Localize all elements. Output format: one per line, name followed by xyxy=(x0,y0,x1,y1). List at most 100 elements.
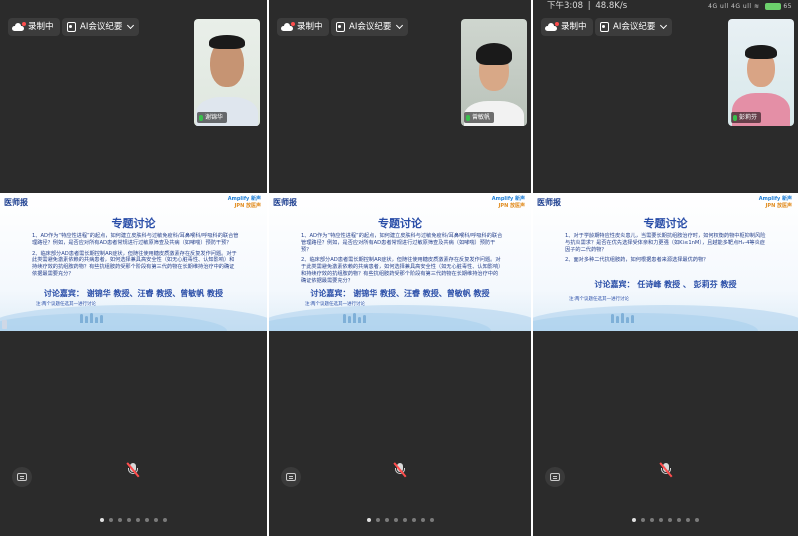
page-dot[interactable] xyxy=(668,518,672,522)
page-dot[interactable] xyxy=(154,518,158,522)
chat-button[interactable] xyxy=(12,467,32,487)
slide-point: 2、面对多种二代抗组胺药，如何根据患者来源选择最优药物？ xyxy=(565,257,709,264)
recording-label: 录制中 xyxy=(561,22,587,32)
slide-note: 注:两个议题任选其一进行讨论 xyxy=(569,297,630,302)
mute-button[interactable] xyxy=(659,462,673,478)
brand-line-1: Amplify 新声 xyxy=(758,196,792,202)
battery-icon xyxy=(764,3,781,10)
slide-point: 2、临床部分AD患者需长期控制AR症状，但随往使用糖皮质激素存在反复发作问题。对… xyxy=(32,250,237,277)
recording-label: 录制中 xyxy=(297,22,323,32)
page-indicator xyxy=(533,518,798,522)
page-dot[interactable] xyxy=(145,518,149,522)
brand-line-1: Amplify 新声 xyxy=(491,196,525,202)
slide-wave-decoration xyxy=(0,305,267,331)
mute-button[interactable] xyxy=(126,462,140,478)
slide-brand: Amplify 新声 JPN 放医声 xyxy=(492,196,525,210)
page-dot[interactable] xyxy=(118,518,122,522)
status-signal: 4G ull 4G ull ≋ 65 xyxy=(708,0,792,13)
slide-logo: 医师报 xyxy=(537,197,561,207)
chevron-down-icon xyxy=(660,21,668,30)
chat-button[interactable] xyxy=(281,467,301,487)
recording-button[interactable]: 录制中 xyxy=(277,18,329,36)
brand-line-2: JPN 放医声 xyxy=(234,203,261,209)
page-dot[interactable] xyxy=(632,518,636,522)
chat-icon xyxy=(550,473,560,481)
ai-minutes-label: AI会议纪要 xyxy=(349,22,392,32)
mute-button[interactable] xyxy=(393,462,407,478)
chat-icon xyxy=(286,473,296,481)
people-illustration xyxy=(343,313,366,323)
meeting-panel-3: 下午3:08 | 48.8K/s 4G ull 4G ull ≋ 65 录制中 … xyxy=(533,0,798,536)
ai-minutes-label: AI会议纪要 xyxy=(80,22,123,32)
page-indicator xyxy=(269,518,531,522)
slide-guests: 讨论嘉宾： 谢锦华 教授、汪睿 教授、曾敏帆 教授 xyxy=(43,289,224,298)
slide-body: 1、对于学龄期特应性皮炎患儿，当需要长期抗组胺治疗时，如何权衡药物中枢抑制风险与… xyxy=(565,233,770,268)
page-dot[interactable] xyxy=(641,518,645,522)
participant-name: 彭莉芬 xyxy=(739,114,758,121)
document-icon xyxy=(600,22,609,32)
people-illustration xyxy=(611,313,634,323)
participant-name: 曾敏帆 xyxy=(472,114,491,121)
shared-slide: 医师报 Amplify 新声 JPN 放医声 专题讨论 1、AD作为“特应性进程… xyxy=(0,193,267,331)
page-dot[interactable] xyxy=(411,518,416,522)
page-dot[interactable] xyxy=(127,518,131,522)
status-time: 下午3:08 xyxy=(547,1,584,11)
page-dot[interactable] xyxy=(100,518,104,522)
cloud-record-icon xyxy=(12,22,26,31)
slide-title: 专题讨论 xyxy=(378,217,422,230)
ai-minutes-label: AI会议纪要 xyxy=(613,22,656,32)
cloud-record-icon xyxy=(281,22,295,31)
slide-wave-decoration xyxy=(533,305,798,331)
signal-text: 4G ull 4G ull ≋ xyxy=(708,3,760,10)
slide-body: 1、AD作为“特应性进程”的起点，如何建立皮肤科与过敏免疫科/耳鼻喉科/呼吸科的… xyxy=(301,233,503,289)
ai-minutes-dropdown[interactable]: AI会议纪要 xyxy=(595,18,673,36)
people-illustration xyxy=(80,313,103,323)
participant-hair xyxy=(476,43,512,65)
participant-video[interactable]: 彭莉芬 xyxy=(728,19,794,126)
participant-name-tag: 曾敏帆 xyxy=(464,112,495,123)
brand-line-1: Amplify 新声 xyxy=(227,196,261,202)
slide-point: 2、临床部分AD患者需长期控制AR症状，但随往使用糖皮质激素存在反复发作问题。对… xyxy=(301,257,501,284)
slide-point: 1、AD作为“特应性进程”的起点，如何建立皮肤科与过敏免疫科/耳鼻喉科/呼吸科的… xyxy=(32,233,239,246)
participant-video[interactable]: 曾敏帆 xyxy=(461,19,527,126)
participant-video[interactable]: 谢锦华 xyxy=(194,19,260,126)
page-dot[interactable] xyxy=(429,518,434,522)
page-dot[interactable] xyxy=(677,518,681,522)
page-dot[interactable] xyxy=(650,518,654,522)
recording-button[interactable]: 录制中 xyxy=(8,18,60,36)
ai-minutes-dropdown[interactable]: AI会议纪要 xyxy=(331,18,409,36)
side-arrow-handle[interactable] xyxy=(2,320,7,329)
page-dot[interactable] xyxy=(659,518,663,522)
page-dot[interactable] xyxy=(420,518,425,522)
recording-button[interactable]: 录制中 xyxy=(541,18,593,36)
slide-title: 专题讨论 xyxy=(643,217,688,230)
page-dot[interactable] xyxy=(375,518,380,522)
participant-name-tag: 谢锦华 xyxy=(197,112,228,123)
page-dot[interactable] xyxy=(366,518,371,522)
chat-button[interactable] xyxy=(545,467,565,487)
microphone-icon xyxy=(199,114,203,121)
slide-title: 专题讨论 xyxy=(111,217,156,230)
chat-icon xyxy=(17,473,27,481)
page-dot[interactable] xyxy=(393,518,398,522)
slide-logo: 医师报 xyxy=(273,197,297,207)
ai-minutes-dropdown[interactable]: AI会议纪要 xyxy=(62,18,140,36)
slide-guests: 讨论嘉宾： 谢锦华 教授、汪睿 教授、曾敏帆 教授 xyxy=(310,289,490,298)
page-dot[interactable] xyxy=(163,518,167,522)
status-speed: 48.8K/s xyxy=(595,1,628,11)
page-dot[interactable] xyxy=(686,518,690,522)
slide-body: 1、AD作为“特应性进程”的起点，如何建立皮肤科与过敏免疫科/耳鼻喉科/呼吸科的… xyxy=(32,233,239,282)
brand-line-2: JPN 放医声 xyxy=(765,203,792,209)
page-dot[interactable] xyxy=(402,518,407,522)
shared-slide: 医师报 Amplify 新声 JPN 放医声 专题讨论 1、对于学龄期特应性皮炎… xyxy=(533,193,798,331)
page-dot[interactable] xyxy=(695,518,699,522)
participant-hair xyxy=(209,35,245,49)
page-dot[interactable] xyxy=(384,518,389,522)
participant-name-tag: 彭莉芬 xyxy=(731,112,762,123)
slide-guests: 讨论嘉宾： 任诗峰 教授 、 彭莉芬 教授 xyxy=(594,280,737,289)
slide-brand: Amplify 新声 JPN 放医声 xyxy=(228,196,261,210)
page-dot[interactable] xyxy=(136,518,140,522)
chevron-down-icon xyxy=(127,21,135,30)
page-dot[interactable] xyxy=(109,518,113,522)
slide-point: 1、AD作为“特应性进程”的起点，如何建立皮肤科与过敏免疫科/耳鼻喉科/呼吸科的… xyxy=(301,233,503,253)
